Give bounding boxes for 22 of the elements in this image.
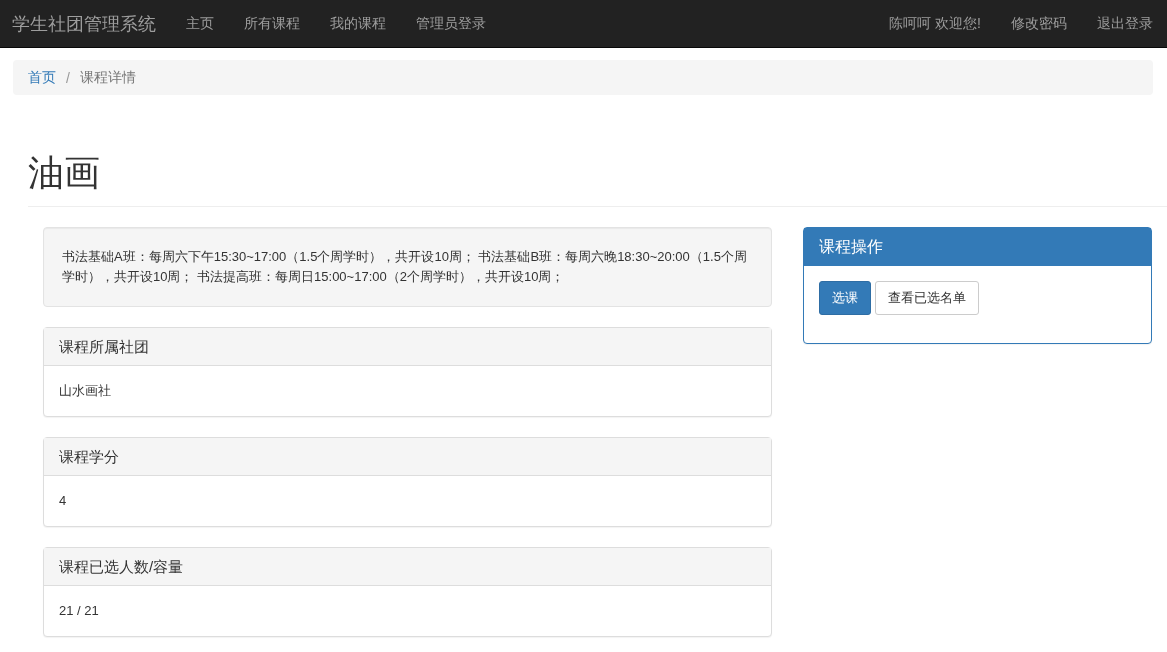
nav-link[interactable]: 所有课程 bbox=[229, 14, 315, 33]
panel-heading: 课程已选人数/容量 bbox=[44, 547, 771, 586]
nav-link[interactable]: 退出登录 bbox=[1082, 14, 1167, 33]
description-text: 书法基础A班：每周六下午15:30~17:00（1.5个周学时），共开设10周； 书法基础B班：每周六晚18:30~20:00（1.5个周学时），共开设10周； 书法提高班：每周日15:00~17:00（2个周学时），共开设10周； bbox=[43, 226, 772, 307]
panel-heading: 课程所属社团 bbox=[44, 327, 771, 366]
page-title: 油画 bbox=[28, 153, 100, 193]
panel-heading: 课程操作 bbox=[804, 227, 1151, 266]
breadcrumb-current: 课程详情 bbox=[79, 68, 136, 87]
panel-body: 山水画社 bbox=[58, 381, 112, 400]
brand-link[interactable]: 学生社团管理系统 bbox=[0, 11, 171, 36]
panel-body: 4 bbox=[58, 491, 68, 510]
nav-link[interactable]: 修改密码 bbox=[996, 14, 1082, 33]
select-course-button[interactable]: 选课 bbox=[819, 280, 871, 315]
panel-body: 21 / 21 bbox=[58, 601, 100, 620]
nav-link[interactable]: 主页 bbox=[171, 14, 229, 33]
breadcrumb-link[interactable]: 首页 bbox=[28, 68, 56, 87]
nav-link[interactable]: 管理员登录 bbox=[401, 14, 501, 33]
breadcrumb-separator: / bbox=[66, 69, 70, 86]
panel-heading: 课程学分 bbox=[44, 437, 771, 476]
nav-link[interactable]: 我的课程 bbox=[315, 14, 401, 33]
nav-link[interactable]: 陈呵呵 欢迎您! bbox=[874, 14, 996, 33]
view-list-button[interactable]: 查看已选名单 bbox=[875, 280, 979, 315]
